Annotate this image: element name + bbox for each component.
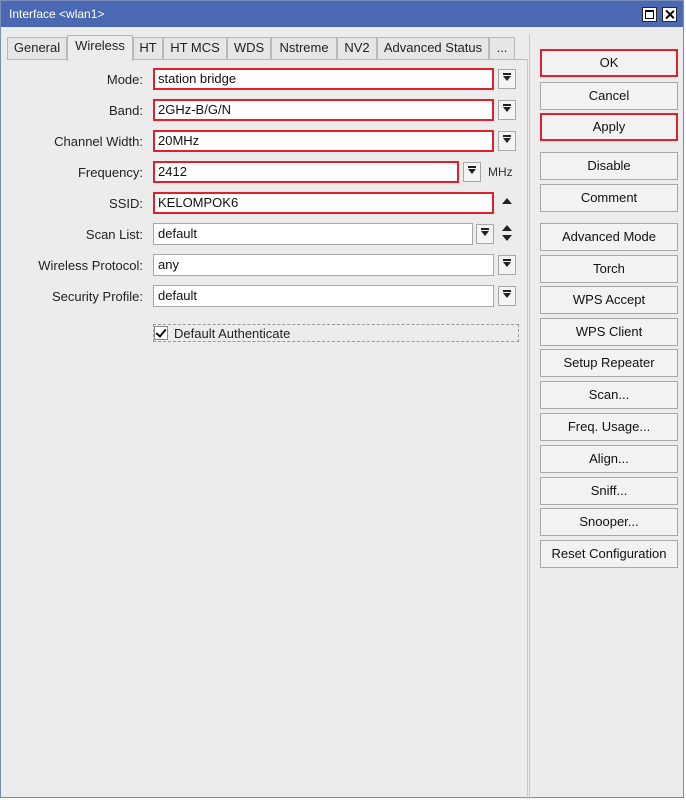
reset-configuration-button[interactable]: Reset Configuration [540, 540, 678, 568]
tab-advanced-status[interactable]: Advanced Status [377, 37, 489, 59]
close-icon[interactable] [662, 7, 677, 22]
torch-button[interactable]: Torch [540, 255, 678, 283]
sidebar-divider [529, 35, 530, 799]
tab-ht[interactable]: HT [133, 37, 163, 59]
frequency-unit: MHz [488, 165, 513, 179]
title-bar[interactable]: Interface <wlan1> [1, 1, 683, 27]
ok-button[interactable]: OK [540, 49, 678, 77]
default-authenticate-row[interactable]: Default Authenticate [153, 324, 519, 342]
apply-button[interactable]: Apply [540, 113, 678, 141]
band-dropdown-icon[interactable] [498, 100, 516, 120]
frequency-dropdown-icon[interactable] [463, 162, 481, 182]
wireless-protocol-dropdown-icon[interactable] [498, 255, 516, 275]
scan-list-label: Scan List: [85, 227, 143, 242]
default-authenticate-checkbox[interactable] [154, 326, 168, 340]
advanced-mode-button[interactable]: Advanced Mode [540, 223, 678, 251]
security-profile-select[interactable]: default [153, 285, 494, 307]
wps-client-button[interactable]: WPS Client [540, 318, 678, 346]
scan-button[interactable]: Scan... [540, 381, 678, 409]
tab-more[interactable]: ... [489, 37, 515, 59]
tab-wireless[interactable]: Wireless [67, 35, 133, 61]
mode-dropdown-icon[interactable] [498, 69, 516, 89]
snooper-button[interactable]: Snooper... [540, 508, 678, 536]
ssid-label: SSID: [109, 196, 143, 211]
scan-list-select[interactable]: default [153, 223, 473, 245]
interface-window: Interface <wlan1> General Wireless HT HT… [0, 0, 684, 799]
disable-button[interactable]: Disable [540, 152, 678, 180]
wireless-protocol-label: Wireless Protocol: [38, 258, 143, 273]
security-profile-dropdown-icon[interactable] [498, 286, 516, 306]
cancel-button[interactable]: Cancel [540, 82, 678, 110]
channel-width-label: Channel Width: [54, 134, 143, 149]
channel-width-dropdown-icon[interactable] [498, 131, 516, 151]
comment-button[interactable]: Comment [540, 184, 678, 212]
band-label: Band: [109, 103, 143, 118]
frequency-select[interactable]: 2412 [153, 161, 459, 183]
security-profile-label: Security Profile: [51, 289, 143, 304]
channel-width-select[interactable]: 20MHz [153, 130, 494, 152]
wireless-protocol-select[interactable]: any [153, 254, 494, 276]
setup-repeater-button[interactable]: Setup Repeater [540, 349, 678, 377]
mode-label: Mode: [106, 72, 143, 87]
freq-usage-button[interactable]: Freq. Usage... [540, 413, 678, 441]
tab-wds[interactable]: WDS [227, 37, 271, 59]
default-authenticate-label: Default Authenticate [174, 326, 291, 341]
align-button[interactable]: Align... [540, 445, 678, 473]
tab-nstreme[interactable]: Nstreme [271, 37, 337, 59]
mode-select[interactable]: station bridge [153, 68, 494, 90]
scan-list-updown-icon[interactable] [501, 224, 513, 244]
scan-list-dropdown-icon[interactable] [476, 224, 494, 244]
ssid-input[interactable]: KELOMPOK6 [153, 192, 494, 214]
band-select[interactable]: 2GHz-B/G/N [153, 99, 494, 121]
frequency-label: Frequency: [77, 165, 143, 180]
collapse-arrow-icon[interactable] [501, 196, 513, 208]
sniff-button[interactable]: Sniff... [540, 477, 678, 505]
tab-ht-mcs[interactable]: HT MCS [163, 37, 227, 59]
window-title: Interface <wlan1> [9, 7, 105, 21]
maximize-icon[interactable] [642, 7, 657, 22]
tab-nv2[interactable]: NV2 [337, 37, 377, 59]
wps-accept-button[interactable]: WPS Accept [540, 286, 678, 314]
tab-general[interactable]: General [7, 37, 67, 59]
